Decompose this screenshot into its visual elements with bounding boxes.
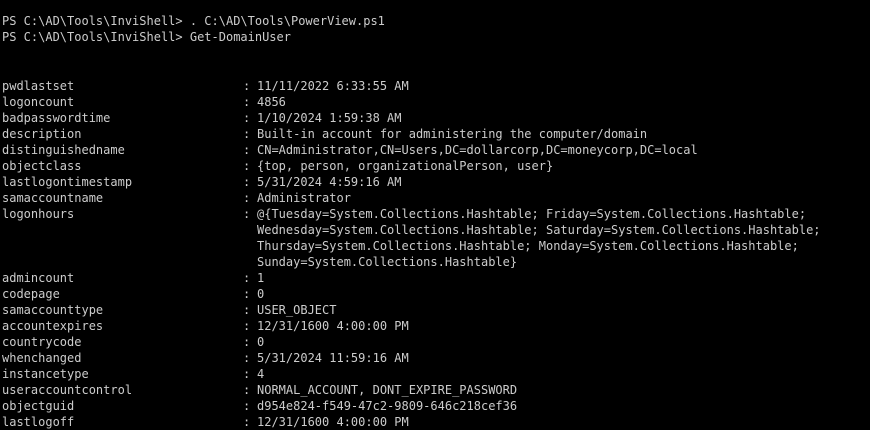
property-value: 4	[257, 367, 265, 381]
property-row: objectclass : {top, person, organization…	[2, 158, 870, 174]
property-value: 1/10/2024 1:59:38 AM	[257, 111, 402, 125]
property-name: accountexpires	[2, 319, 104, 333]
property-separator: :	[243, 95, 251, 109]
property-name: logoncount	[2, 95, 75, 109]
property-separator: :	[243, 191, 251, 205]
logonhours-continuation: Wednesday=System.Collections.Hashtable; …	[257, 223, 821, 237]
property-name: objectclass	[2, 159, 82, 173]
property-name: lastlogoff	[2, 415, 75, 429]
property-name: pwdlastset	[2, 79, 75, 93]
property-value: CN=Administrator,CN=Users,DC=dollarcorp,…	[257, 143, 698, 157]
property-row: distinguishedname : CN=Administrator,CN=…	[2, 142, 870, 158]
property-separator: :	[243, 319, 251, 333]
property-name: samaccounttype	[2, 303, 104, 317]
property-row: lastlogoff : 12/31/1600 4:00:00 PM	[2, 414, 870, 430]
property-row: useraccountcontrol : NORMAL_ACCOUNT, DON…	[2, 382, 870, 398]
property-name: codepage	[2, 287, 60, 301]
property-name: lastlogontimestamp	[2, 175, 133, 189]
property-separator: :	[243, 303, 251, 317]
property-value: 11/11/2022 6:33:55 AM	[257, 79, 409, 93]
property-value: 1	[257, 271, 265, 285]
property-value: @{Tuesday=System.Collections.Hashtable; …	[257, 207, 807, 221]
property-row: logoncount : 4856	[2, 94, 870, 110]
property-row: pwdlastset : 11/11/2022 6:33:55 AM	[2, 78, 870, 94]
property-row: badpasswordtime : 1/10/2024 1:59:38 AM	[2, 110, 870, 126]
property-separator: :	[243, 159, 251, 173]
command-line: PS C:\AD\Tools\InviShell> . C:\AD\Tools\…	[2, 14, 385, 28]
property-name: objectguid	[2, 399, 75, 413]
property-name: admincount	[2, 271, 75, 285]
property-row: lastlogontimestamp : 5/31/2024 4:59:16 A…	[2, 174, 870, 190]
property-row: samaccountname : Administrator	[2, 190, 870, 206]
property-separator: :	[243, 207, 251, 221]
property-separator: :	[243, 271, 251, 285]
property-value: 4856	[257, 95, 286, 109]
property-name: badpasswordtime	[2, 111, 111, 125]
property-value: 5/31/2024 4:59:16 AM	[257, 175, 402, 189]
property-separator: :	[243, 79, 251, 93]
property-row: codepage : 0	[2, 286, 870, 302]
property-name: instancetype	[2, 367, 89, 381]
property-name: countrycode	[2, 335, 82, 349]
property-row: samaccounttype : USER_OBJECT	[2, 302, 870, 318]
property-separator: :	[243, 335, 251, 349]
property-value: 5/31/2024 11:59:16 AM	[257, 351, 409, 365]
property-value: USER_OBJECT	[257, 303, 337, 317]
command-line: PS C:\AD\Tools\InviShell> Get-DomainUser	[2, 30, 291, 44]
property-value: Built-in account for administering the c…	[257, 127, 648, 141]
property-separator: :	[243, 367, 251, 381]
property-row: description : Built-in account for admin…	[2, 126, 870, 142]
property-row: countrycode : 0	[2, 334, 870, 350]
property-value: NORMAL_ACCOUNT, DONT_EXPIRE_PASSWORD	[257, 383, 518, 397]
property-separator: :	[243, 351, 251, 365]
property-separator: :	[243, 127, 251, 141]
property-value: {top, person, organizationalPerson, user…	[257, 159, 554, 173]
property-row: logonhours : @{Tuesday=System.Collection…	[2, 206, 870, 222]
property-row: whenchanged : 5/31/2024 11:59:16 AM	[2, 350, 870, 366]
property-separator: :	[243, 399, 251, 413]
property-name: description	[2, 127, 82, 141]
property-separator: :	[243, 111, 251, 125]
property-row: admincount : 1	[2, 270, 870, 286]
property-value: 0	[257, 335, 265, 349]
property-separator: :	[243, 383, 251, 397]
property-separator: :	[243, 415, 251, 429]
property-name: whenchanged	[2, 351, 82, 365]
property-name: logonhours	[2, 207, 75, 221]
property-value: Administrator	[257, 191, 351, 205]
property-value: 12/31/1600 4:00:00 PM	[257, 415, 409, 429]
logonhours-continuation: Sunday=System.Collections.Hashtable}	[257, 255, 518, 269]
property-separator: :	[243, 175, 251, 189]
property-value: d954e824-f549-47c2-9809-646c218cef36	[257, 399, 518, 413]
property-separator: :	[243, 287, 251, 301]
powershell-terminal[interactable]: PS C:\AD\Tools\InviShell> . C:\AD\Tools\…	[0, 0, 870, 430]
property-value: 0	[257, 287, 265, 301]
property-separator: :	[243, 143, 251, 157]
property-name: distinguishedname	[2, 143, 125, 157]
property-name: samaccountname	[2, 191, 104, 205]
property-name: useraccountcontrol	[2, 383, 133, 397]
logonhours-continuation: Thursday=System.Collections.Hashtable; M…	[257, 239, 799, 253]
property-row: accountexpires : 12/31/1600 4:00:00 PM	[2, 318, 870, 334]
property-row: instancetype : 4	[2, 366, 870, 382]
property-value: 12/31/1600 4:00:00 PM	[257, 319, 409, 333]
property-row: objectguid : d954e824-f549-47c2-9809-646…	[2, 398, 870, 414]
